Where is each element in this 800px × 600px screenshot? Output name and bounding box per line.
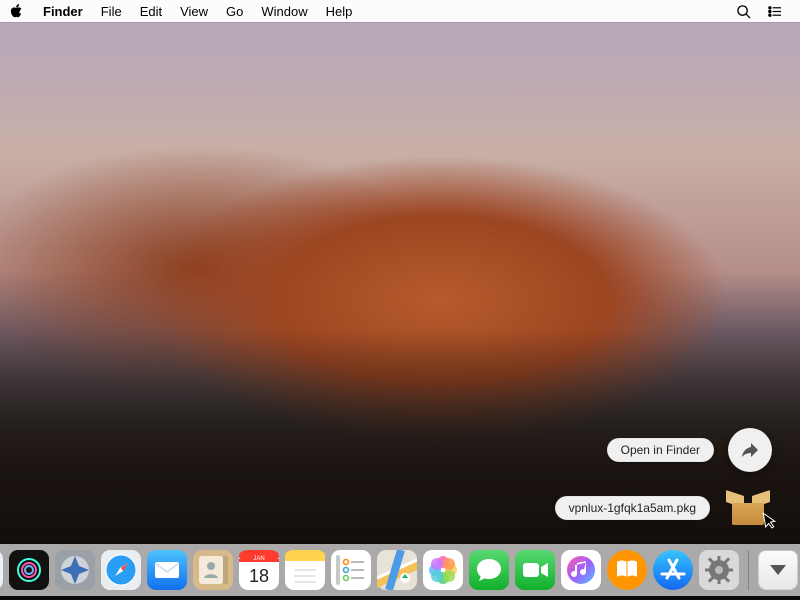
dock-separator (748, 550, 749, 590)
dock-mail-icon[interactable] (147, 550, 187, 590)
open-in-finder-label: Open in Finder (607, 438, 714, 462)
menu-file[interactable]: File (92, 0, 131, 22)
svg-text:18: 18 (248, 566, 268, 586)
dock-finder-icon[interactable] (0, 550, 3, 590)
dock-contacts-icon[interactable] (193, 550, 233, 590)
menu-help[interactable]: Help (317, 0, 362, 22)
dock: JAN 18 (0, 544, 800, 600)
dock-downloads-stack[interactable] (758, 550, 798, 590)
stack-item-pkg[interactable]: vpnlux-1gfqk1a5am.pkg (555, 484, 772, 532)
chevron-down-icon (770, 565, 786, 575)
dock-safari-icon[interactable] (101, 550, 141, 590)
menu-app-name[interactable]: Finder (34, 0, 92, 22)
dock-launchpad-icon[interactable] (55, 550, 95, 590)
dock-photos-icon[interactable] (423, 550, 463, 590)
dock-siri-icon[interactable] (9, 550, 49, 590)
dock-calendar-icon[interactable]: JAN 18 (239, 550, 279, 590)
dock-reminders-icon[interactable] (331, 550, 371, 590)
dock-system-preferences-icon[interactable] (699, 550, 739, 590)
dock-ibooks-icon[interactable] (607, 550, 647, 590)
dock-facetime-icon[interactable] (515, 550, 555, 590)
dock-messages-icon[interactable] (469, 550, 509, 590)
svg-text:JAN: JAN (253, 556, 264, 562)
stack-item-filename: vpnlux-1gfqk1a5am.pkg (555, 496, 710, 520)
dock-notes-icon[interactable] (285, 550, 325, 590)
dock-itunes-icon[interactable] (561, 550, 601, 590)
menu-bar: Finder File Edit View Go Window Help (0, 0, 800, 22)
menu-window[interactable]: Window (252, 0, 316, 22)
dock-maps-icon[interactable] (377, 550, 417, 590)
downloads-stack-popup: Open in Finder vpnlux-1gfqk1a5am.pkg (555, 428, 772, 532)
dock-appstore-icon[interactable] (653, 550, 693, 590)
spotlight-icon[interactable] (728, 4, 759, 19)
menu-go[interactable]: Go (217, 0, 252, 22)
notification-center-icon[interactable] (759, 5, 790, 18)
menu-view[interactable]: View (171, 0, 217, 22)
menu-edit[interactable]: Edit (131, 0, 171, 22)
stack-open-in-finder[interactable]: Open in Finder (607, 428, 772, 472)
open-in-finder-icon (728, 428, 772, 472)
apple-menu-icon[interactable] (10, 4, 24, 18)
